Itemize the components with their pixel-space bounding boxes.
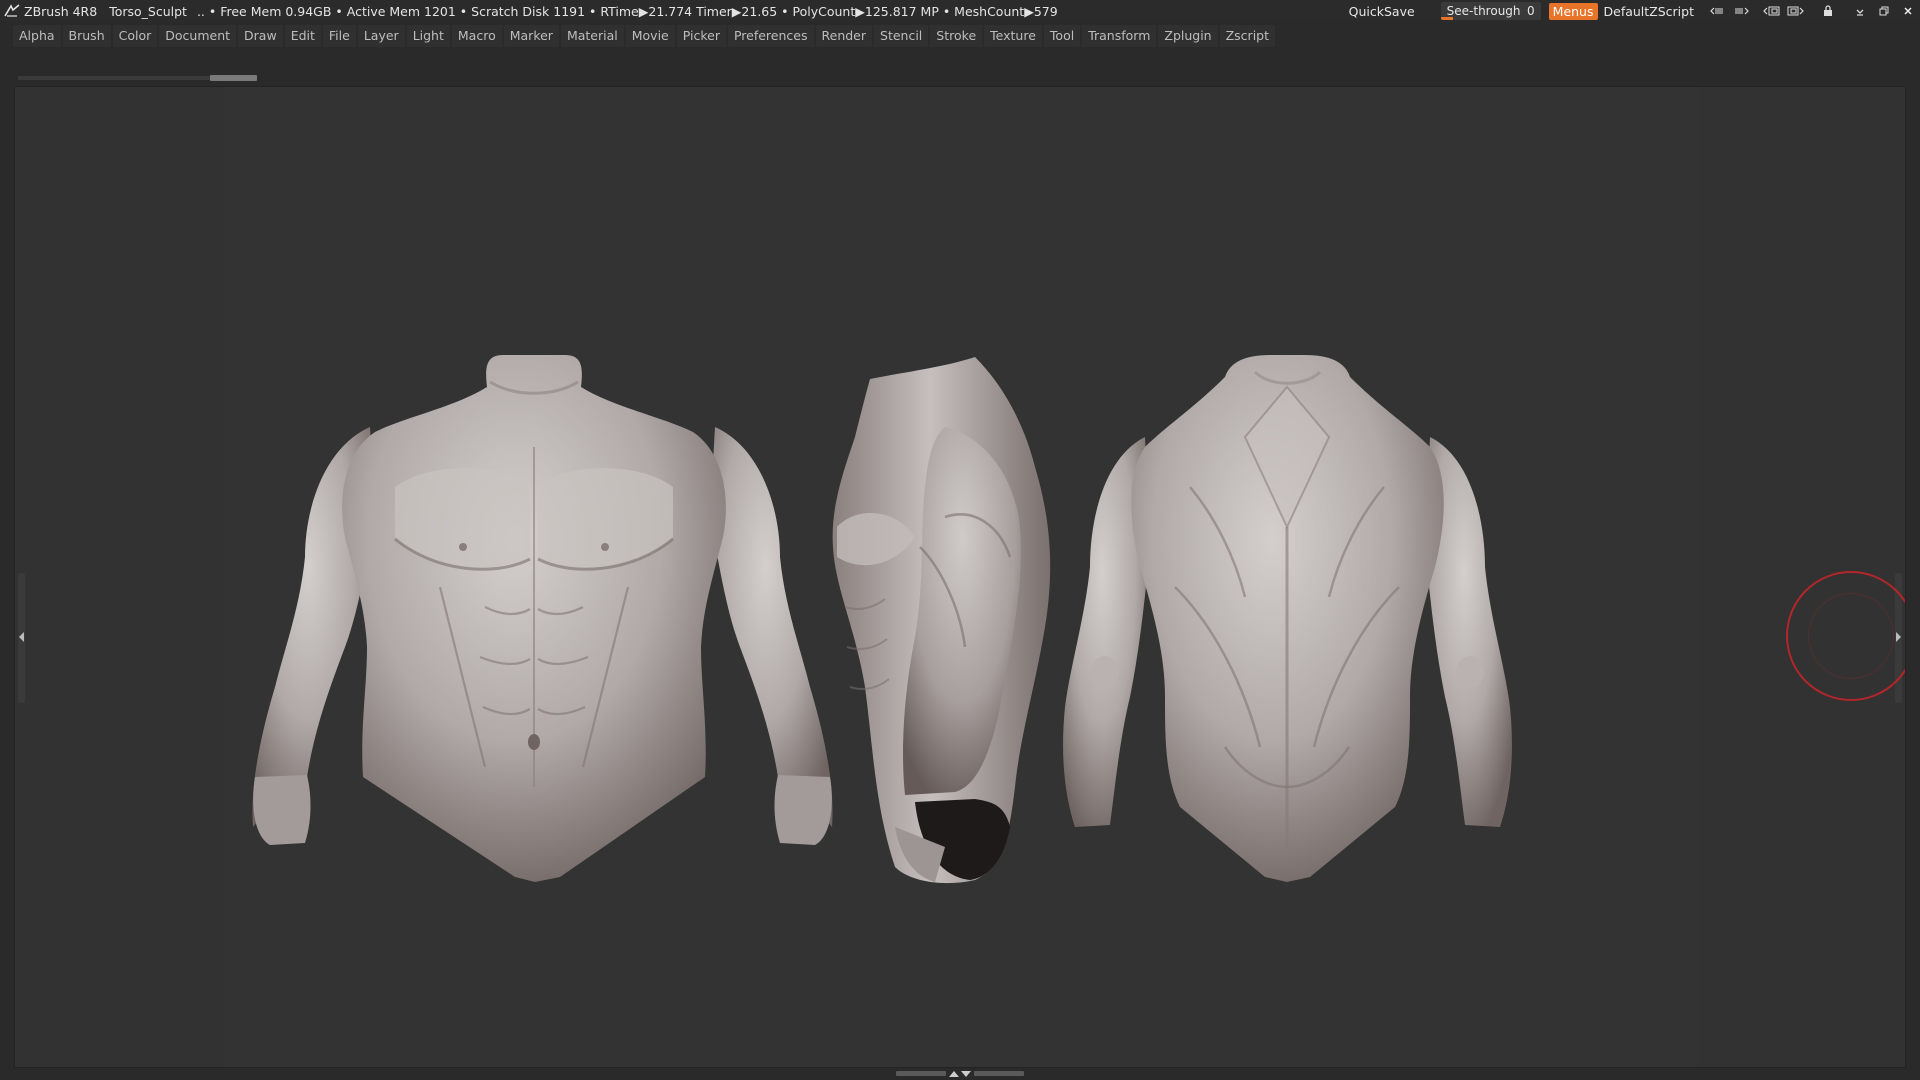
document-canvas[interactable] <box>14 86 1906 1068</box>
menu-color[interactable]: Color <box>112 25 158 47</box>
shelf-scroll-handle[interactable] <box>210 75 257 81</box>
lock-icon[interactable] <box>1816 0 1840 22</box>
brush-cursor-inner-ring <box>1808 593 1894 679</box>
menu-alpha[interactable]: Alpha <box>13 25 61 47</box>
menus-toggle-button[interactable]: Menus <box>1548 2 1598 20</box>
status-stats: .. • Free Mem 0.94GB • Active Mem 1201 •… <box>196 3 1058 19</box>
minimize-icon[interactable] <box>1848 0 1872 22</box>
menu-draw[interactable]: Draw <box>238 25 283 47</box>
menu-brush[interactable]: Brush <box>62 25 111 47</box>
title-bar: ZBrush 4R8 Torso_Sculpt .. • Free Mem 0.… <box>0 0 1920 22</box>
back-torso-model[interactable] <box>1063 355 1512 882</box>
left-tray-arrow-icon[interactable] <box>19 632 24 642</box>
menu-stroke[interactable]: Stroke <box>930 25 983 47</box>
menu-marker[interactable]: Marker <box>503 25 559 47</box>
bottom-tray-handle-left[interactable] <box>896 1071 946 1076</box>
main-menu-bar: Alpha Brush Color Document Draw Edit File Layer… <box>0 22 1920 50</box>
shelf-scroll-track[interactable] <box>18 76 210 80</box>
see-through-label: See-through <box>1446 4 1521 18</box>
see-through-fill <box>1440 17 1453 20</box>
menu-layer[interactable]: Layer <box>357 25 405 47</box>
zbrush-logo-icon[interactable] <box>2 0 22 22</box>
quicksave-button[interactable]: QuickSave <box>1349 4 1415 19</box>
menu-light[interactable]: Light <box>406 25 450 47</box>
menu-picker[interactable]: Picker <box>676 25 726 47</box>
menu-movie[interactable]: Movie <box>625 25 675 47</box>
menu-render[interactable]: Render <box>815 25 873 47</box>
side-torso-model[interactable] <box>832 357 1051 884</box>
menu-file[interactable]: File <box>322 25 356 47</box>
menu-tool[interactable]: Tool <box>1043 25 1081 47</box>
bottom-tray-handle-right[interactable] <box>974 1071 1024 1076</box>
bottom-tray-bar <box>0 1068 1920 1080</box>
bottom-tray-toggle-icon[interactable] <box>948 1068 972 1080</box>
menu-edit[interactable]: Edit <box>284 25 321 47</box>
menu-stencil[interactable]: Stencil <box>874 25 929 47</box>
see-through-slider[interactable]: See-through 0 <box>1440 2 1541 20</box>
menu-document[interactable]: Document <box>159 25 237 47</box>
menu-zplugin[interactable]: Zplugin <box>1158 25 1218 47</box>
layout-next-icon[interactable] <box>1730 0 1754 22</box>
brush-cursor-icon <box>1786 571 1905 701</box>
window-shrink-icon[interactable] <box>1760 0 1784 22</box>
menu-zscript[interactable]: Zscript <box>1219 25 1276 47</box>
front-torso-model[interactable] <box>252 355 833 882</box>
document-name: Torso_Sculpt <box>109 3 187 19</box>
maximize-icon[interactable] <box>1872 0 1896 22</box>
app-name: ZBrush 4R8 <box>24 3 98 19</box>
default-zscript-button[interactable]: DefaultZScript <box>1604 4 1695 19</box>
menu-macro[interactable]: Macro <box>451 25 502 47</box>
top-shelf <box>0 50 1920 86</box>
layout-prev-icon[interactable] <box>1706 0 1730 22</box>
window-expand-icon[interactable] <box>1784 0 1808 22</box>
see-through-value: 0 <box>1527 4 1535 18</box>
sculpt-models[interactable] <box>15 87 1906 1068</box>
close-icon[interactable] <box>1896 0 1920 22</box>
menu-preferences[interactable]: Preferences <box>727 25 814 47</box>
menu-transform[interactable]: Transform <box>1082 25 1157 47</box>
menu-texture[interactable]: Texture <box>984 25 1042 47</box>
menu-material[interactable]: Material <box>560 25 624 47</box>
